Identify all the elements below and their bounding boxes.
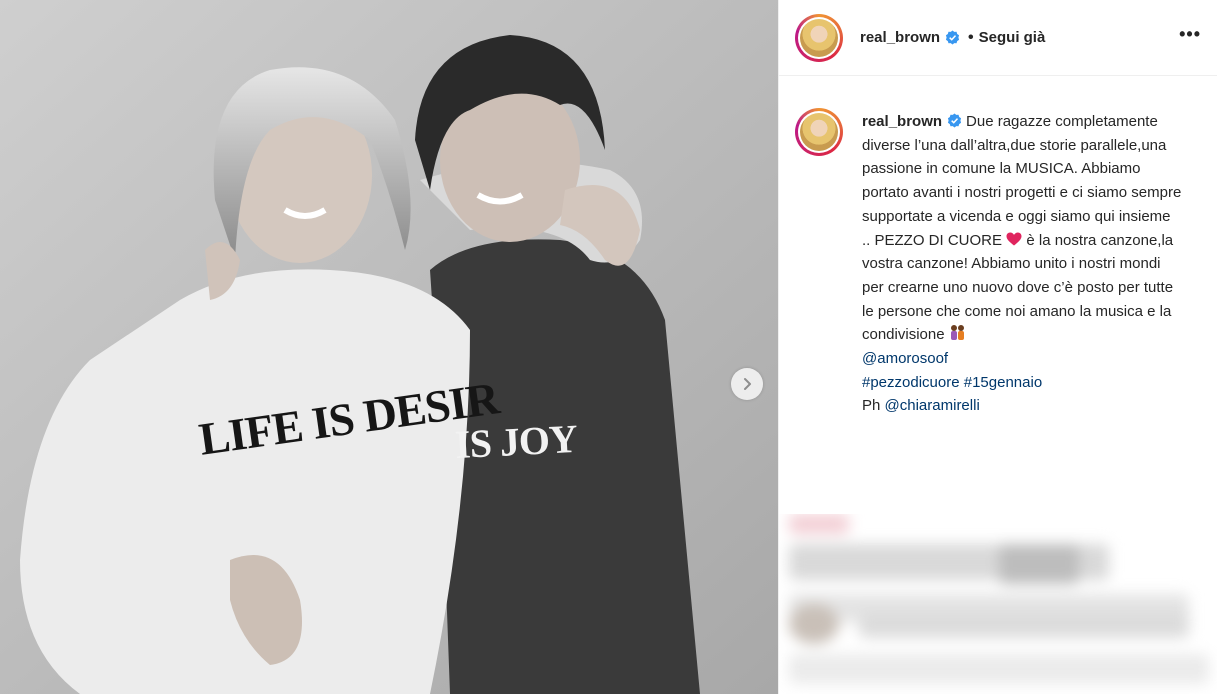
hashtag-link-2[interactable]: #15gennaio	[964, 374, 1042, 391]
sweater-text-right: IS JOY	[453, 415, 578, 468]
hashtag-link-1[interactable]: #pezzodicuore	[862, 374, 960, 391]
red-heart-emoji-icon	[1006, 232, 1022, 246]
caption-text: real_brown Due ragazze completamente div…	[862, 110, 1182, 418]
verified-badge-icon	[947, 113, 962, 128]
username-link[interactable]: real_brown	[860, 29, 940, 46]
following-button[interactable]: Segui già	[979, 29, 1046, 46]
caption-avatar[interactable]	[795, 108, 843, 156]
caption-body-1: Due ragazze completamente diverse l’una …	[862, 113, 1182, 249]
verified-badge-icon	[945, 30, 960, 45]
post-photo[interactable]: LIFE IS DESIR IS JOY	[0, 0, 778, 694]
instagram-post: LIFE IS DESIR IS JOY real_brown • Segui …	[0, 0, 1217, 694]
photo-illustration	[0, 0, 778, 694]
more-options-icon[interactable]: •••	[1179, 24, 1201, 51]
blurred-comments-area	[779, 514, 1217, 694]
photographer-mention-link[interactable]: @chiaramirelli	[885, 397, 980, 414]
post-side-panel: real_brown • Segui già ••• real_brown Du…	[778, 0, 1217, 694]
two-women-emoji-icon	[950, 325, 964, 341]
separator-dot: •	[968, 28, 974, 46]
caption-username[interactable]: real_brown	[862, 113, 942, 130]
photographer-label: Ph	[862, 397, 881, 415]
profile-avatar[interactable]	[795, 13, 843, 62]
mention-link[interactable]: @amorosoof	[862, 350, 948, 367]
post-header: real_brown • Segui già •••	[779, 0, 1217, 76]
caption-block: real_brown Due ragazze completamente div…	[779, 76, 1217, 418]
chevron-right-icon	[744, 378, 751, 390]
next-photo-button[interactable]	[731, 368, 763, 400]
